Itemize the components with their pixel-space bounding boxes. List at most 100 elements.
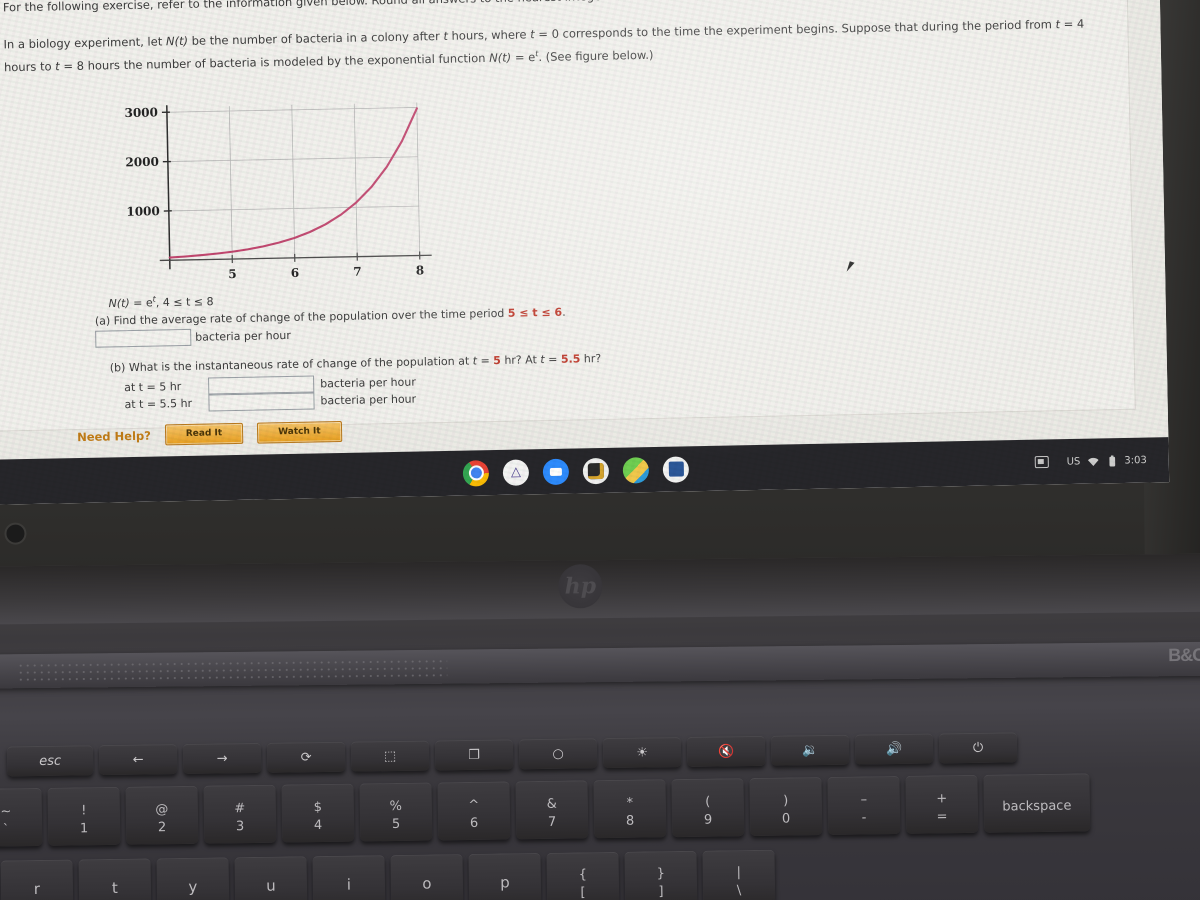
r-key[interactable]: r — [0, 859, 74, 900]
part-b-val2: 5.5 — [560, 352, 581, 366]
rbracket-key-upper: } — [656, 866, 666, 882]
backslash-key[interactable]: | \ — [702, 849, 776, 900]
bang-olufsen-logo: B&O — [1168, 644, 1200, 666]
y-key[interactable]: y — [156, 857, 230, 900]
forward-key-glyph: → — [216, 751, 228, 767]
overview-key-glyph: ❐ — [468, 747, 481, 763]
esc-key[interactable]: esc — [6, 745, 94, 777]
part-b-answer-input-1[interactable] — [208, 375, 315, 395]
minus-key[interactable]: – - — [827, 775, 901, 835]
fn-lhs: N(t) — [108, 296, 130, 311]
tilde-key-upper: ~ — [0, 804, 12, 820]
volume-up-key[interactable]: 🔊 — [854, 733, 934, 765]
backspace-key[interactable]: backspace — [983, 773, 1091, 833]
problem-statement: In a biology experiment, let N(t) be the… — [3, 13, 1114, 79]
fn-eq: = e — [129, 296, 153, 310]
y-key-label: y — [188, 877, 198, 896]
mute-key[interactable]: 🔇 — [686, 735, 766, 767]
3-key[interactable]: #3 — [203, 784, 277, 844]
2-key[interactable]: @2 — [125, 785, 199, 845]
p-key[interactable]: p — [468, 852, 542, 900]
p-key-label: p — [499, 872, 510, 892]
svg-text:8: 8 — [416, 263, 425, 277]
lbracket-key[interactable]: {[ — [546, 851, 620, 900]
forward-key[interactable]: → — [182, 742, 262, 774]
svg-text:7: 7 — [353, 265, 362, 279]
u-key[interactable]: u — [234, 856, 308, 900]
2-key-lower: 2 — [157, 820, 167, 836]
brightness-down-key-glyph: ○ — [552, 746, 564, 762]
6-key-upper: ^ — [468, 797, 480, 813]
brightness-up-key-glyph: ☀ — [636, 745, 649, 761]
brightness-down-key[interactable]: ○ — [518, 738, 598, 770]
part-a-text: (a) Find the average rate of change of t… — [94, 306, 508, 328]
fullscreen-key-glyph: ⬚ — [383, 748, 397, 765]
cast-icon[interactable] — [1034, 455, 1049, 469]
media-icon[interactable] — [582, 457, 610, 484]
6-key-lower: 6 — [469, 815, 479, 831]
laptop-photo: [-/3 Points] DETAILS COHENPCALC7 5.2.031… — [0, 0, 1200, 900]
8-key-lower: 8 — [625, 813, 635, 829]
clock-label: 3:03 — [1124, 454, 1147, 466]
need-help-row: Need Help? Read It Watch It — [77, 420, 342, 447]
minus-key-lower: - — [861, 810, 867, 826]
problem-p7: = e — [511, 49, 536, 65]
hp-logo: hp — [558, 564, 603, 609]
8-key-upper: * — [626, 795, 634, 811]
power-key[interactable]: ⏻ — [938, 732, 1018, 764]
rbracket-key-lower: ] — [658, 884, 664, 900]
6-key[interactable]: ^ 6 — [437, 781, 511, 841]
app-icon[interactable]: △ — [502, 458, 530, 486]
exponential-graph: 1000 2000 3000 5 6 7 8 — [95, 92, 439, 288]
o-key[interactable]: o — [390, 854, 464, 900]
0-key[interactable]: ) 0 — [749, 777, 823, 837]
part-b-answer-input-2[interactable] — [208, 392, 315, 412]
i-key[interactable]: i — [312, 855, 386, 900]
screen-content: [-/3 Points] DETAILS COHENPCALC7 5.2.031… — [0, 0, 1170, 505]
rbracket-key[interactable]: }] — [624, 850, 698, 900]
o-key-label: o — [422, 873, 432, 893]
system-tray[interactable]: US 3:03 — [1034, 449, 1155, 472]
zoom-icon[interactable] — [542, 458, 570, 485]
mute-key-glyph: 🔇 — [717, 744, 735, 760]
watch-it-button[interactable]: Watch It — [256, 420, 342, 444]
fullscreen-key[interactable]: ⬚ — [350, 740, 430, 772]
problem-p4: = 0 corresponds to the time the experime… — [534, 17, 1056, 42]
reload-key[interactable]: ⟳ — [266, 741, 346, 773]
office-icon[interactable] — [662, 455, 690, 483]
part-b-t2: t = — [540, 352, 561, 367]
8-key[interactable]: * 8 — [593, 779, 667, 839]
problem-p1: In a biology experiment, let — [3, 34, 167, 52]
chrome-icon[interactable] — [462, 459, 490, 487]
svg-text:6: 6 — [291, 266, 300, 280]
problem-p2: be the number of bacteria in a colony af… — [187, 28, 444, 48]
read-it-button[interactable]: Read It — [164, 422, 244, 446]
5-key[interactable]: % 5 — [359, 782, 433, 842]
keyboard: esc ← → ⟳ ⬚ ❐ ○ ☀ 🔇 🔉 🔊 ⏻ ~ `! 1 @2 #3 $4% 5 ^ 6 & 7 * 8(9) 0– - +… — [0, 709, 1200, 900]
5-key-lower: 5 — [391, 816, 401, 833]
equals-key-lower: = — [936, 809, 948, 825]
webassign-page: [-/3 Points] DETAILS COHENPCALC7 5.2.031… — [0, 0, 1169, 460]
tray-status[interactable]: US 3:03 — [1058, 449, 1155, 472]
tilde-key[interactable]: ~ ` — [0, 787, 43, 847]
equals-key[interactable]: + = — [905, 774, 979, 834]
volume-down-key[interactable]: 🔉 — [770, 734, 850, 766]
t-key[interactable]: t — [78, 858, 152, 900]
1-key[interactable]: ! 1 — [47, 786, 121, 846]
4-key[interactable]: $4 — [281, 783, 355, 843]
7-key[interactable]: & 7 — [515, 780, 589, 840]
brightness-up-key[interactable]: ☀ — [602, 737, 682, 769]
9-key[interactable]: (9 — [671, 778, 745, 838]
store-icon[interactable] — [622, 456, 650, 484]
laptop-lid: [-/3 Points] DETAILS COHENPCALC7 5.2.031… — [0, 0, 1200, 570]
back-key[interactable]: ← — [98, 744, 178, 776]
svg-text:1000: 1000 — [126, 204, 160, 219]
mouse-cursor — [846, 261, 858, 275]
wifi-icon — [1087, 457, 1099, 466]
overview-key[interactable]: ❐ — [434, 739, 514, 771]
part-a-answer-input[interactable] — [95, 328, 192, 348]
part-a-unit: bacteria per hour — [195, 328, 291, 344]
2-key-upper: @ — [155, 802, 169, 818]
0-key-upper: ) — [783, 793, 789, 809]
part-b-label-1: at t = 5 hr — [124, 380, 182, 395]
